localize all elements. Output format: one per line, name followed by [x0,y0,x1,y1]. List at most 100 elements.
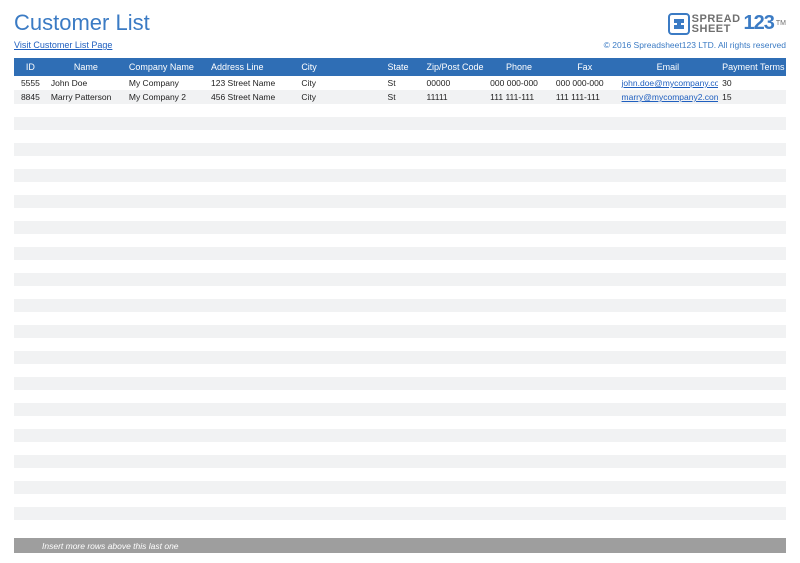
cell-empty[interactable] [207,325,297,338]
cell-empty[interactable] [207,247,297,260]
cell-empty[interactable] [486,221,552,234]
cell-empty[interactable] [207,468,297,481]
cell-state[interactable]: St [384,76,423,90]
cell-empty[interactable] [618,481,719,494]
cell-empty[interactable] [207,364,297,377]
cell-empty[interactable] [207,286,297,299]
cell-empty[interactable] [552,182,618,195]
cell-empty[interactable] [47,390,125,403]
cell-empty[interactable] [718,390,786,403]
cell-empty[interactable] [618,234,719,247]
cell-empty[interactable] [47,299,125,312]
cell-empty[interactable] [718,221,786,234]
cell-empty[interactable] [207,416,297,429]
cell-empty[interactable] [552,286,618,299]
cell-empty[interactable] [14,169,47,182]
cell-empty[interactable] [423,195,487,208]
cell-empty[interactable] [47,286,125,299]
cell-empty[interactable] [384,208,423,221]
cell-empty[interactable] [718,351,786,364]
cell-empty[interactable] [486,247,552,260]
cell-empty[interactable] [552,169,618,182]
cell-empty[interactable] [297,468,383,481]
cell-empty[interactable] [47,416,125,429]
cell-empty[interactable] [552,377,618,390]
cell-empty[interactable] [718,169,786,182]
cell-empty[interactable] [14,312,47,325]
cell-empty[interactable] [14,442,47,455]
cell-empty[interactable] [384,455,423,468]
cell-empty[interactable] [423,182,487,195]
cell-empty[interactable] [552,143,618,156]
cell-empty[interactable] [618,247,719,260]
cell-empty[interactable] [423,442,487,455]
cell-empty[interactable] [297,169,383,182]
cell-empty[interactable] [423,351,487,364]
cell-empty[interactable] [423,338,487,351]
table-row[interactable] [14,234,786,247]
cell-empty[interactable] [718,104,786,117]
cell-empty[interactable] [718,234,786,247]
cell-empty[interactable] [297,299,383,312]
cell-empty[interactable] [207,429,297,442]
table-row[interactable] [14,117,786,130]
cell-empty[interactable] [618,455,719,468]
cell-empty[interactable] [14,182,47,195]
cell-empty[interactable] [552,364,618,377]
cell-empty[interactable] [718,325,786,338]
cell-empty[interactable] [125,117,207,130]
cell-empty[interactable] [47,455,125,468]
cell-empty[interactable] [618,208,719,221]
cell-empty[interactable] [718,494,786,507]
cell-empty[interactable] [618,442,719,455]
cell-empty[interactable] [125,312,207,325]
cell-empty[interactable] [552,455,618,468]
cell-empty[interactable] [125,390,207,403]
table-row[interactable] [14,286,786,299]
cell-empty[interactable] [207,273,297,286]
cell-empty[interactable] [47,260,125,273]
table-row[interactable]: 5555John DoeMy Company123 Street NameCit… [14,76,786,90]
cell-company[interactable]: My Company [125,76,207,90]
cell-empty[interactable] [384,143,423,156]
cell-empty[interactable] [486,403,552,416]
table-row[interactable] [14,247,786,260]
table-row[interactable] [14,416,786,429]
cell-empty[interactable] [125,442,207,455]
cell-empty[interactable] [297,481,383,494]
cell-empty[interactable] [125,455,207,468]
cell-empty[interactable] [486,364,552,377]
cell-empty[interactable] [423,468,487,481]
cell-empty[interactable] [384,364,423,377]
cell-empty[interactable] [125,494,207,507]
cell-empty[interactable] [384,507,423,520]
cell-empty[interactable] [552,312,618,325]
cell-empty[interactable] [207,195,297,208]
cell-empty[interactable] [14,364,47,377]
cell-empty[interactable] [552,494,618,507]
cell-empty[interactable] [423,312,487,325]
cell-empty[interactable] [207,221,297,234]
cell-empty[interactable] [552,442,618,455]
cell-empty[interactable] [47,104,125,117]
cell-empty[interactable] [552,299,618,312]
cell-empty[interactable] [384,403,423,416]
cell-empty[interactable] [47,234,125,247]
cell-empty[interactable] [125,507,207,520]
cell-empty[interactable] [384,338,423,351]
cell-empty[interactable] [125,520,207,533]
cell-empty[interactable] [486,130,552,143]
cell-empty[interactable] [125,416,207,429]
cell-empty[interactable] [423,117,487,130]
cell-empty[interactable] [718,182,786,195]
cell-empty[interactable] [552,208,618,221]
cell-empty[interactable] [47,520,125,533]
cell-empty[interactable] [207,351,297,364]
cell-empty[interactable] [125,130,207,143]
cell-empty[interactable] [552,416,618,429]
cell-empty[interactable] [618,416,719,429]
cell-empty[interactable] [47,273,125,286]
cell-empty[interactable] [14,117,47,130]
cell-empty[interactable] [14,403,47,416]
table-row[interactable] [14,494,786,507]
